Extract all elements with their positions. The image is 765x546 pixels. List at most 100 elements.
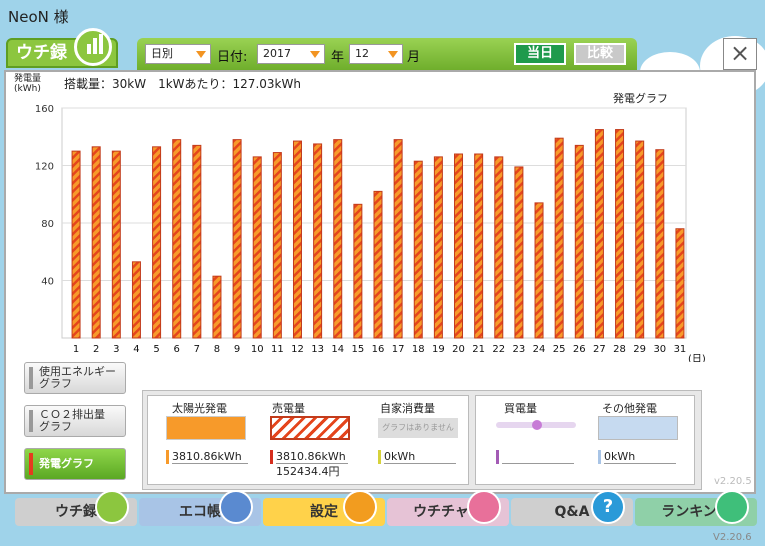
- other-generation-title: その他発電: [602, 402, 657, 415]
- month-value: 12: [355, 47, 369, 60]
- x-tick-label: 12: [291, 344, 304, 355]
- self-consumption-marker: [378, 450, 381, 464]
- x-tick-label: 5: [153, 344, 159, 355]
- solar-marker: [166, 450, 169, 464]
- x-tick-label: 30: [653, 344, 666, 355]
- energy-usage-graph-button[interactable]: 使用エネルギー グラフ: [24, 362, 126, 394]
- notebook-icon: [219, 490, 253, 524]
- bar-day-27: [594, 129, 604, 339]
- close-button[interactable]: ×: [723, 38, 757, 70]
- generation-graph-button[interactable]: 発電グラフ: [24, 448, 126, 480]
- other-generation-marker: [598, 450, 601, 464]
- x-tick-label: 27: [593, 344, 606, 355]
- buy-title: 買電量: [504, 402, 537, 415]
- nav-qa-button[interactable]: Q&A ?: [511, 490, 633, 526]
- y-tick-label: 160: [35, 104, 54, 115]
- bar-day-9: [232, 139, 242, 339]
- x-tick-label: 2: [93, 344, 99, 355]
- bar-day-1: [71, 150, 81, 339]
- bar-day-16: [373, 190, 383, 339]
- sell-marker: [270, 450, 273, 464]
- legend-panel: 太陽光発電 3810.86kWh 売電量 3810.86kWh 152434.4…: [142, 390, 702, 490]
- x-tick-label: 15: [352, 344, 365, 355]
- solar-title: 太陽光発電: [172, 402, 227, 415]
- x-tick-label: 29: [633, 344, 646, 355]
- bar-day-23: [514, 166, 524, 339]
- x-tick-label: 9: [234, 344, 240, 355]
- toolbar: 日別 日付: 2017 年 12 月 当日 比較: [137, 38, 637, 70]
- generation-bar-chart: 40801201601 2 3 4 5 6 7 8 9 10 11 12 13 14 15 16 17 18 19 2…: [35, 104, 706, 362]
- nav-label: ウチ録: [55, 504, 97, 520]
- user-name: NeoN 様: [8, 8, 69, 26]
- wrench-icon: [343, 490, 377, 524]
- x-tick-label: 14: [331, 344, 344, 355]
- x-tick-label: 31: [674, 344, 687, 355]
- bar-day-6: [172, 139, 182, 339]
- month-select[interactable]: 12: [349, 44, 403, 64]
- button-label-line2: グラフ: [39, 377, 72, 390]
- nav-uchiroku-button[interactable]: ウチ録: [15, 490, 137, 526]
- x-tick-label: 24: [533, 344, 546, 355]
- self-consumption-swatch: グラフはありません: [378, 418, 458, 438]
- x-tick-label: 18: [412, 344, 425, 355]
- nav-ranking-button[interactable]: ランキング: [635, 490, 757, 526]
- bar-day-17: [393, 139, 403, 339]
- legend-right-group: 買電量 その他発電 0kWh: [475, 395, 695, 485]
- x-tick-label: 17: [392, 344, 405, 355]
- sell-yen: 152434.4円: [276, 465, 340, 478]
- bar-day-15: [353, 203, 363, 339]
- x-tick-label: 13: [311, 344, 324, 355]
- bar-chart-icon: [74, 28, 112, 66]
- sell-title: 売電量: [272, 402, 305, 415]
- question-icon: ?: [591, 490, 625, 524]
- bar-day-30: [655, 149, 665, 339]
- bar-day-7: [192, 144, 202, 339]
- bar-day-2: [91, 146, 101, 339]
- bar-day-18: [413, 160, 423, 339]
- outer-version: V2.20.6: [713, 532, 752, 543]
- graph-panel: 発電量 (kWh) 搭載量：30kW 1kWあたり：127.03kWh 発電グラ…: [4, 70, 756, 494]
- bar-day-28: [615, 129, 625, 339]
- x-tick-label: 6: [174, 344, 180, 355]
- compare-button[interactable]: 比較: [574, 43, 626, 65]
- tab-label: ウチ録: [16, 43, 67, 63]
- x-tick-label: 7: [194, 344, 200, 355]
- tab-uchiroku[interactable]: ウチ録: [6, 28, 118, 68]
- x-tick-label: 16: [372, 344, 385, 355]
- period-value: 日別: [151, 47, 173, 60]
- bar-day-12: [292, 140, 302, 339]
- bar-day-4: [131, 261, 141, 339]
- solar-value: 3810.86kWh: [172, 450, 248, 464]
- other-generation-swatch: [598, 416, 678, 440]
- bar-day-5: [152, 146, 162, 339]
- bar-day-8: [212, 275, 222, 339]
- nav-ecocho-button[interactable]: エコ帳: [139, 490, 261, 526]
- x-tick-label: 26: [573, 344, 586, 355]
- flag-icon: [467, 490, 501, 524]
- year-value: 2017: [263, 47, 291, 60]
- y-tick-label: 120: [35, 162, 54, 173]
- bar-day-26: [574, 144, 584, 339]
- period-select[interactable]: 日別: [145, 44, 211, 64]
- bar-day-22: [494, 156, 504, 339]
- x-tick-label: 10: [251, 344, 264, 355]
- x-tick-label: 19: [432, 344, 445, 355]
- bar-day-13: [313, 143, 323, 339]
- bar-day-11: [272, 152, 282, 339]
- bar-day-29: [635, 140, 645, 339]
- year-select[interactable]: 2017: [257, 44, 325, 64]
- today-button[interactable]: 当日: [514, 43, 566, 65]
- y-axis-label: 発電量 (kWh): [14, 74, 41, 94]
- nav-uchichalle-button[interactable]: ウチチャレ: [387, 490, 509, 526]
- inner-version: v2.20.5: [714, 476, 752, 487]
- x-tick-label: 25: [553, 344, 566, 355]
- bar-day-10: [252, 156, 262, 339]
- chevron-down-icon: [388, 51, 398, 58]
- buy-value: [502, 450, 574, 464]
- y-axis-label-line1: 発電量: [14, 74, 42, 84]
- capacity-info: 搭載量：30kW 1kWあたり：127.03kWh: [64, 77, 301, 91]
- co2-graph-button[interactable]: ＣＯ２排出量 グラフ: [24, 405, 126, 437]
- solar-swatch: [166, 416, 246, 440]
- y-tick-label: 40: [41, 277, 54, 288]
- nav-settings-button[interactable]: 設定: [263, 490, 385, 526]
